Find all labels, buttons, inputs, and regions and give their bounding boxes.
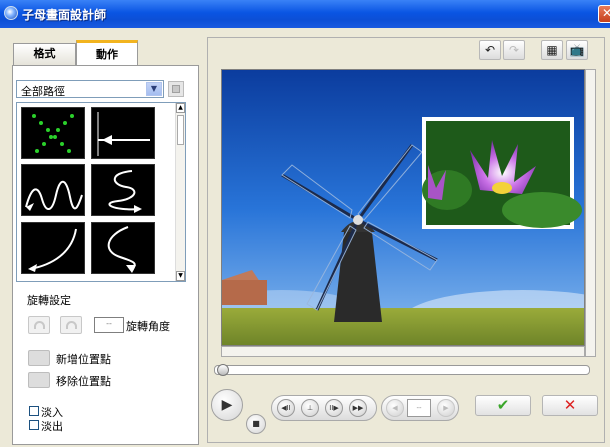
close-button[interactable]: ✕ bbox=[598, 5, 610, 23]
scroll-thumb[interactable] bbox=[177, 115, 184, 145]
frame-controls-group: ◀II ⊥ II▶ ▶▶ bbox=[271, 395, 377, 421]
playback-controls: ▶ ■ ◀II ⊥ II▶ ▶▶ ◀ -- ▶ ✔ ✕ bbox=[211, 389, 599, 434]
cancel-button[interactable]: ✕ bbox=[542, 395, 598, 416]
arc-path-icon bbox=[28, 228, 77, 272]
preview-horizontal-scrollbar[interactable] bbox=[221, 346, 585, 357]
save-icon bbox=[172, 85, 180, 93]
fade-in-checkbox[interactable] bbox=[29, 406, 39, 416]
s-curve-icon bbox=[108, 170, 142, 213]
chevron-down-icon[interactable]: ▼ bbox=[146, 82, 162, 96]
timeline-slider-knob[interactable] bbox=[217, 364, 229, 376]
tab-format[interactable]: 格式 bbox=[13, 43, 76, 66]
ok-button[interactable]: ✔ bbox=[475, 395, 531, 416]
redo-icon: ↷ bbox=[508, 43, 520, 57]
previous-frame-button[interactable]: ◀II bbox=[277, 399, 295, 417]
path-thumbnail-arc[interactable] bbox=[21, 222, 85, 274]
grid-button[interactable]: ▦ bbox=[541, 40, 563, 60]
redo-button[interactable]: ↷ bbox=[503, 40, 525, 60]
next-point-button[interactable]: ▶ bbox=[437, 399, 455, 417]
video-preview[interactable] bbox=[221, 69, 585, 346]
play-button[interactable]: ▶ bbox=[211, 389, 243, 421]
window-title: 子母畫面設計師 bbox=[22, 8, 107, 22]
hook-path-icon bbox=[107, 226, 136, 273]
remove-point-label: 移除位置點 bbox=[56, 375, 111, 388]
x-pattern-icon bbox=[32, 114, 74, 153]
tv-icon: 📺 bbox=[569, 43, 585, 57]
point-navigation-group: ◀ -- ▶ bbox=[381, 395, 459, 421]
path-thumbnail-s-curve[interactable] bbox=[91, 164, 155, 216]
pip-designer-window: 子母畫面設計師 ✕ 格式 動作 全部路徑 ▼ ▲ ▼ 旋轉設定 -- 旋轉角度 … bbox=[0, 0, 610, 447]
undo-icon: ↶ bbox=[484, 43, 496, 57]
save-path-button[interactable] bbox=[168, 81, 184, 97]
grid-icon: ▦ bbox=[546, 43, 558, 57]
previous-point-button[interactable]: ◀ bbox=[386, 399, 404, 417]
rotation-angle-label: 旋轉角度 bbox=[126, 320, 170, 333]
wave-path-icon bbox=[25, 180, 83, 211]
motion-path-gallery: ▲ ▼ bbox=[16, 102, 186, 282]
scroll-up-icon[interactable]: ▲ bbox=[176, 103, 185, 113]
rotate-right-icon bbox=[66, 321, 77, 329]
rotate-left-icon bbox=[34, 321, 45, 329]
point-time-field[interactable]: -- bbox=[407, 399, 431, 417]
trim-button[interactable]: ⊥ bbox=[301, 399, 319, 417]
rotate-left-button[interactable] bbox=[28, 316, 50, 334]
path-category-value: 全部路徑 bbox=[21, 85, 65, 98]
left-line-icon bbox=[97, 112, 150, 156]
path-thumbnail-x-pattern[interactable] bbox=[21, 107, 85, 159]
tv-safe-zone-button[interactable]: 📺 bbox=[566, 40, 588, 60]
pip-overlay bbox=[422, 117, 582, 229]
path-thumbnail-hook[interactable] bbox=[91, 222, 155, 274]
add-point-button[interactable] bbox=[28, 350, 50, 366]
tab-motion[interactable]: 動作 bbox=[76, 40, 138, 66]
path-category-select[interactable]: 全部路徑 ▼ bbox=[16, 80, 164, 98]
rotation-angle-input[interactable]: -- bbox=[94, 317, 124, 333]
fast-forward-button[interactable]: ▶▶ bbox=[349, 399, 367, 417]
preview-vertical-scrollbar[interactable] bbox=[585, 69, 596, 357]
title-bar[interactable]: 子母畫面設計師 ✕ bbox=[0, 0, 610, 28]
next-frame-button[interactable]: II▶ bbox=[325, 399, 343, 417]
timeline-slider[interactable] bbox=[214, 364, 590, 376]
stop-button[interactable]: ■ bbox=[246, 414, 266, 434]
fade-out-label: 淡出 bbox=[41, 420, 63, 433]
rotate-right-button[interactable] bbox=[60, 316, 82, 334]
scroll-down-icon[interactable]: ▼ bbox=[176, 271, 185, 281]
fade-out-checkbox[interactable] bbox=[29, 420, 39, 430]
path-thumbnail-wave[interactable] bbox=[21, 164, 85, 216]
gallery-scrollbar[interactable]: ▲ ▼ bbox=[175, 103, 185, 281]
preview-image bbox=[222, 70, 584, 345]
path-thumbnail-left-line[interactable] bbox=[91, 107, 155, 159]
rotation-settings-label: 旋轉設定 bbox=[27, 294, 71, 307]
app-icon bbox=[4, 6, 18, 20]
remove-point-button[interactable] bbox=[28, 372, 50, 388]
undo-button[interactable]: ↶ bbox=[479, 40, 501, 60]
add-point-label: 新增位置點 bbox=[56, 353, 111, 366]
